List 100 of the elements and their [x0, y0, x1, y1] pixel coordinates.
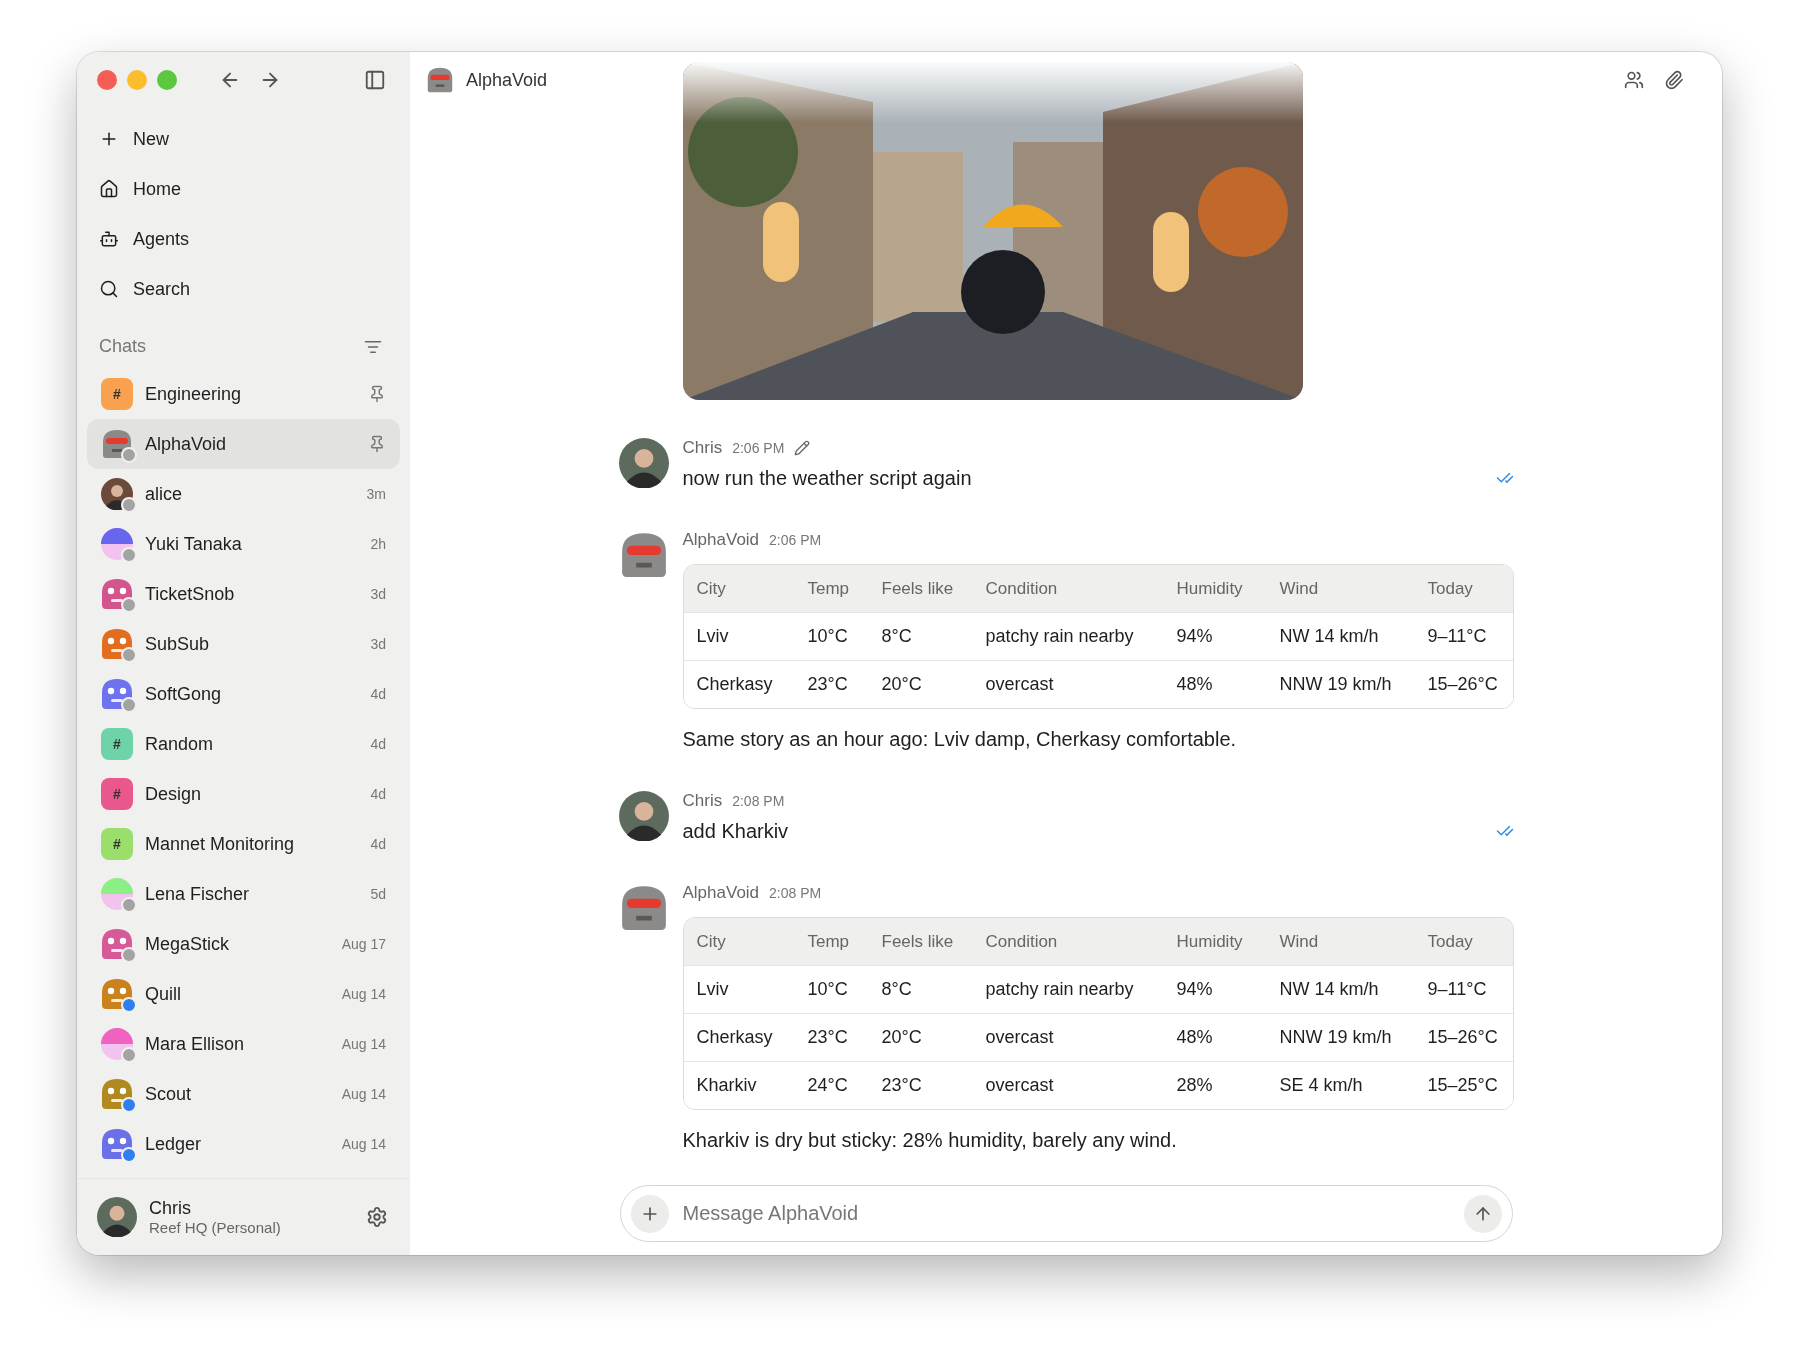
chat-item[interactable]: # Engineering — [87, 369, 400, 419]
table-cell-text: Lviv — [696, 626, 730, 647]
table-cell-text: 15–25°C — [1427, 1075, 1499, 1096]
chat-name: Lena Fischer — [145, 883, 251, 905]
chat-name: SoftGong — [145, 683, 223, 705]
chat-name: TicketSnob — [145, 583, 236, 605]
chat-name: MegaStick — [145, 933, 231, 955]
section-title: Chats — [99, 336, 147, 357]
chat-time: Aug 14 — [341, 1036, 386, 1052]
robot-icon — [99, 229, 119, 249]
message-author: Chris — [682, 791, 723, 811]
close-button[interactable] — [97, 70, 117, 90]
table-cell-text: Kharkiv — [696, 1075, 758, 1096]
chat-item[interactable]: # Random 4d — [87, 719, 400, 769]
chat-name: Random — [145, 733, 215, 755]
send-button[interactable] — [1463, 1194, 1502, 1233]
table-cell-text: Cherkasy — [696, 674, 774, 695]
table-cell-text: 10°C — [807, 626, 849, 647]
message-text: add Kharkiv — [682, 819, 789, 844]
chat-item[interactable]: MegaStick Aug 17 — [87, 919, 400, 969]
chat-title: AlphaVoid — [466, 69, 549, 91]
table-cell-text: patchy rain nearby — [985, 626, 1135, 647]
chat-time: 3d — [370, 586, 386, 602]
chat-name: alice — [145, 483, 184, 505]
robot-avatar — [101, 428, 133, 460]
table-cell-text: 23°C — [807, 1027, 849, 1048]
chat-name: Design — [145, 783, 203, 805]
column-header: City — [696, 931, 727, 952]
message-time: 2:06 PM — [769, 532, 822, 548]
chat-item[interactable]: Quill Aug 14 — [87, 969, 400, 1019]
table-cell-text: NNW 19 km/h — [1279, 674, 1393, 695]
chat-item[interactable]: Ledger Aug 14 — [87, 1119, 400, 1169]
sidebar-icon — [364, 69, 386, 91]
nav-item[interactable]: Search — [87, 264, 400, 314]
chat-name: Quill — [145, 983, 182, 1005]
table-cell-text: Lviv — [696, 979, 730, 1000]
workspace-name: Reef HQ (Personal) — [149, 1219, 282, 1236]
chat-time: 4d — [370, 836, 386, 852]
column-header: Humidity — [1176, 578, 1244, 599]
table-cell-text: 9–11°C — [1427, 626, 1488, 647]
users-icon — [1624, 70, 1644, 90]
column-header: City — [696, 578, 727, 599]
chat-time: 2h — [370, 536, 386, 552]
nav-item[interactable]: Agents — [87, 214, 400, 264]
table-cell-text: NW 14 km/h — [1279, 626, 1380, 647]
table-cell-text: patchy rain nearby — [985, 979, 1135, 1000]
channel-avatar: # — [101, 728, 133, 760]
message-text: Kharkiv is dry but sticky: 28% humidity, barely any wind. — [682, 1128, 1177, 1153]
table-cell-text: 28% — [1176, 1075, 1214, 1096]
table-cell-text: overcast — [985, 1075, 1055, 1096]
nav-item[interactable]: Home — [87, 164, 400, 214]
chat-item[interactable]: Mara Ellison Aug 14 — [87, 1019, 400, 1069]
chat-item[interactable]: Yuki Tanaka 2h — [87, 519, 400, 569]
chat-item[interactable]: AlphaVoid — [87, 419, 400, 469]
column-header: Temp — [807, 578, 851, 599]
chat-name: Mara Ellison — [145, 1033, 246, 1055]
chat-time: Aug 14 — [341, 1086, 386, 1102]
column-header: Temp — [807, 931, 851, 952]
table-cell-text: 8°C — [881, 626, 913, 647]
chat-item[interactable]: alice 3m — [87, 469, 400, 519]
column-header: Wind — [1279, 578, 1320, 599]
table-cell-text: 24°C — [807, 1075, 849, 1096]
message-field[interactable]: Message AlphaVoid — [680, 1201, 1452, 1226]
column-header: Feels like — [881, 931, 955, 952]
table-cell-text: 94% — [1176, 979, 1214, 1000]
robot-avatar — [426, 66, 454, 94]
pencil-icon[interactable] — [794, 440, 811, 456]
column-header: Feels like — [881, 578, 955, 599]
chat-name: Engineering — [145, 383, 243, 405]
settings-icon[interactable] — [366, 1206, 388, 1228]
chat-item[interactable]: SubSub 3d — [87, 619, 400, 669]
chat-item[interactable]: Scout Aug 14 — [87, 1069, 400, 1119]
chat-item[interactable]: TicketSnob 3d — [87, 569, 400, 619]
message-time: 2:08 PM — [732, 793, 785, 809]
home-icon — [99, 179, 119, 199]
chat-item[interactable]: # Mannet Monitoring 4d — [87, 819, 400, 869]
attach-button[interactable] — [630, 1194, 669, 1233]
person-avatar — [97, 1197, 137, 1237]
message-author: AlphaVoid — [682, 883, 760, 903]
chat-time: Aug 17 — [341, 936, 386, 952]
person-avatar — [618, 791, 669, 841]
table-cell-text: 20°C — [881, 1027, 923, 1048]
table-cell-text: 23°C — [881, 1075, 923, 1096]
channel-avatar: # — [101, 778, 133, 810]
table-cell-text: 48% — [1176, 674, 1214, 695]
chat-item[interactable]: Lena Fischer 5d — [87, 869, 400, 919]
table-cell-text: 48% — [1176, 1027, 1214, 1048]
table-cell-text: 9–11°C — [1427, 979, 1488, 1000]
nav-item[interactable]: New — [87, 114, 400, 164]
person-avatar — [618, 438, 669, 488]
table-cell-text: SE 4 km/h — [1279, 1075, 1364, 1096]
channel-avatar: # — [101, 378, 133, 410]
chat-name: Mannet Monitoring — [145, 833, 296, 855]
message-text: now run the weather script again — [682, 466, 972, 491]
column-header: Humidity — [1176, 931, 1244, 952]
table-cell-text: overcast — [985, 1027, 1055, 1048]
chat-time: 5d — [370, 886, 386, 902]
chat-item[interactable]: SoftGong 4d — [87, 669, 400, 719]
column-header: Condition — [985, 578, 1059, 599]
chat-item[interactable]: # Design 4d — [87, 769, 400, 819]
